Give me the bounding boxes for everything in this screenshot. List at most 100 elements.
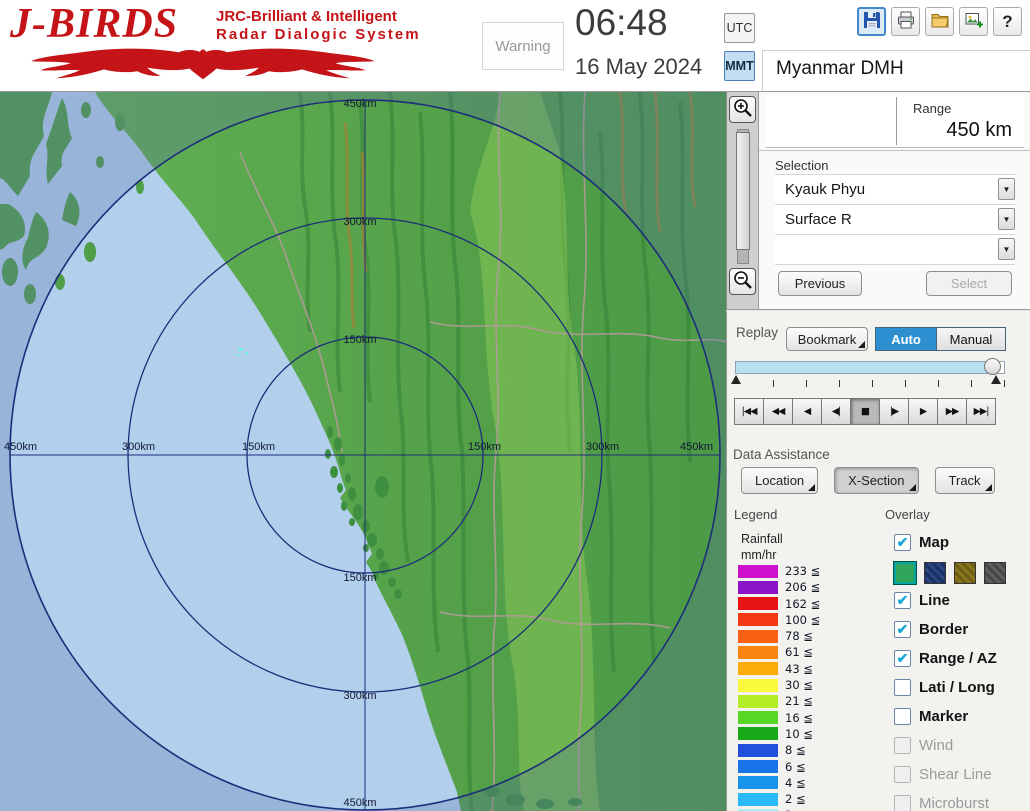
zoom-slider-thumb[interactable] (736, 132, 750, 250)
help-button[interactable]: ? (993, 7, 1022, 36)
extra-combo[interactable]: ▼ (775, 235, 1015, 265)
legend-row: 10 ≦ (738, 727, 820, 741)
range-box: Range 450 km (766, 95, 1024, 148)
print-button[interactable] (891, 7, 920, 36)
playback-play-reverse-button[interactable]: ◀ (792, 398, 822, 425)
playback-skip-to-end-button[interactable]: ▶▶| (966, 398, 996, 425)
replay-slider-thumb[interactable] (984, 358, 1001, 375)
overlay-label: Microburst (919, 795, 989, 811)
data-assistance-label: Data Assistance (733, 447, 830, 462)
save-icon (862, 10, 882, 33)
range-ring-label: 300km (343, 690, 376, 702)
legend-color-swatch (738, 793, 778, 806)
range-az-checkbox[interactable]: ✔ (894, 650, 911, 667)
playback-play-button[interactable]: ▶ (908, 398, 938, 425)
marker-checkbox[interactable] (894, 708, 911, 725)
product-combo[interactable]: Surface R ▼ (775, 205, 1015, 235)
help-icon: ? (1002, 12, 1012, 32)
mmt-button[interactable]: MMT (724, 51, 755, 81)
overlay-item-map[interactable]: ✔Map (894, 533, 1024, 551)
timeline-tick (839, 380, 840, 387)
legend-color-swatch (738, 679, 778, 692)
app-logo-title: J-BIRDS (10, 0, 178, 48)
legend-color-swatch (738, 646, 778, 659)
legend-value: 10 ≦ (785, 727, 813, 741)
legend-color-swatch (738, 662, 778, 675)
bookmark-button[interactable]: Bookmark (786, 327, 868, 351)
line-checkbox[interactable]: ✔ (894, 592, 911, 609)
zoom-out-button[interactable] (729, 268, 756, 295)
track-button[interactable]: Track (935, 467, 995, 494)
timeline-tick (1004, 380, 1005, 387)
site-combo-value: Kyauk Phyu (785, 181, 865, 198)
selection-panel: Range 450 km Selection Kyauk Phyu ▼ Surf… (758, 92, 1030, 310)
radar-map[interactable]: 450km300km150km150km300km450km450km300km… (0, 92, 726, 811)
legend-row: 233 ≦ (738, 564, 820, 578)
legend-row: 2 ≦ (738, 792, 820, 806)
select-button[interactable]: Select (926, 271, 1012, 296)
wind-checkbox[interactable] (894, 737, 911, 754)
overlay-item-microburst[interactable]: Microburst (894, 794, 1024, 811)
legend-subtitle-2: mm/hr (741, 548, 776, 562)
lati-long-checkbox[interactable] (894, 679, 911, 696)
legend-value: 206 ≦ (785, 580, 820, 594)
playback-fast-forward-button[interactable]: ▶▶ (937, 398, 967, 425)
overlay-item-shear-line[interactable]: Shear Line (894, 765, 1024, 783)
border-checkbox[interactable]: ✔ (894, 621, 911, 638)
replay-ticks (735, 380, 1005, 388)
legend-value: 4 ≦ (785, 776, 806, 790)
product-combo-dropdown-button[interactable]: ▼ (998, 208, 1015, 230)
map-style-gray-swatch[interactable] (984, 562, 1006, 584)
playback-step-forward-button[interactable]: |▶ (879, 398, 909, 425)
utc-button[interactable]: UTC (724, 13, 755, 43)
legend-row: 30 ≦ (738, 678, 820, 692)
overlay-title: Overlay (885, 507, 930, 522)
site-combo[interactable]: Kyauk Phyu ▼ (775, 175, 1015, 205)
auto-mode-button[interactable]: Auto (875, 327, 937, 351)
overlay-label: Wind (919, 737, 953, 754)
overlay-item-lati-long[interactable]: Lati / Long (894, 678, 1024, 696)
selection-combos: Kyauk Phyu ▼ Surface R ▼ ▼ (775, 174, 1015, 265)
map-style-olive-swatch[interactable] (954, 562, 976, 584)
legend-row: 21 ≦ (738, 694, 820, 708)
legend-rows: 233 ≦206 ≦162 ≦100 ≦78 ≦61 ≦43 ≦30 ≦21 ≦… (738, 564, 820, 811)
export-image-button[interactable] (959, 7, 988, 36)
overlay-item-range-az[interactable]: ✔Range / AZ (894, 649, 1024, 667)
playback-fast-rewind-button[interactable]: ◀◀ (763, 398, 793, 425)
zoom-slider[interactable] (737, 129, 749, 264)
legend-value: 8 ≦ (785, 743, 806, 757)
range-divider (896, 97, 897, 145)
chevron-down-icon: ▼ (1003, 245, 1011, 254)
overlay-item-border[interactable]: ✔Border (894, 620, 1024, 638)
overlay-item-marker[interactable]: Marker (894, 707, 1024, 725)
location-button[interactable]: Location (741, 467, 818, 494)
map-checkbox[interactable]: ✔ (894, 534, 911, 551)
radar-map-view[interactable]: 450km300km150km150km300km450km450km300km… (0, 92, 726, 811)
shear-line-checkbox[interactable] (894, 766, 911, 783)
microburst-checkbox[interactable] (894, 795, 911, 811)
manual-mode-button[interactable]: Manual (937, 327, 1006, 351)
open-folder-button[interactable] (925, 7, 954, 36)
overlay-item-wind[interactable]: Wind (894, 736, 1024, 754)
save-button[interactable] (857, 7, 886, 36)
zoom-in-button[interactable] (729, 96, 756, 123)
playback-row: |◀◀◀◀◀◀|■|▶▶▶▶▶▶| (734, 398, 995, 425)
replay-timeline-slider[interactable] (735, 361, 1005, 374)
playback-skip-to-start-button[interactable]: |◀◀ (734, 398, 764, 425)
site-combo-dropdown-button[interactable]: ▼ (998, 178, 1015, 200)
clock-date: 16 May 2024 (575, 54, 702, 80)
map-style-green-swatch[interactable] (894, 562, 916, 584)
x-section-button[interactable]: X-Section (834, 467, 918, 494)
timeline-tick (971, 380, 972, 387)
extra-combo-dropdown-button[interactable]: ▼ (998, 238, 1015, 260)
app-logo-tagline2: Radar Dialogic System (216, 26, 421, 43)
replay-progress-fill (736, 362, 993, 373)
legend-row: 162 ≦ (738, 597, 820, 611)
playback-stop-button[interactable]: ■ (850, 398, 880, 425)
overlay-item-line[interactable]: ✔Line (894, 591, 1024, 609)
map-style-navy-swatch[interactable] (924, 562, 946, 584)
previous-button[interactable]: Previous (778, 271, 862, 296)
playback-step-back-button[interactable]: ◀| (821, 398, 851, 425)
legend-row: 61 ≦ (738, 645, 820, 659)
legend-value: 2 ≦ (785, 792, 806, 806)
